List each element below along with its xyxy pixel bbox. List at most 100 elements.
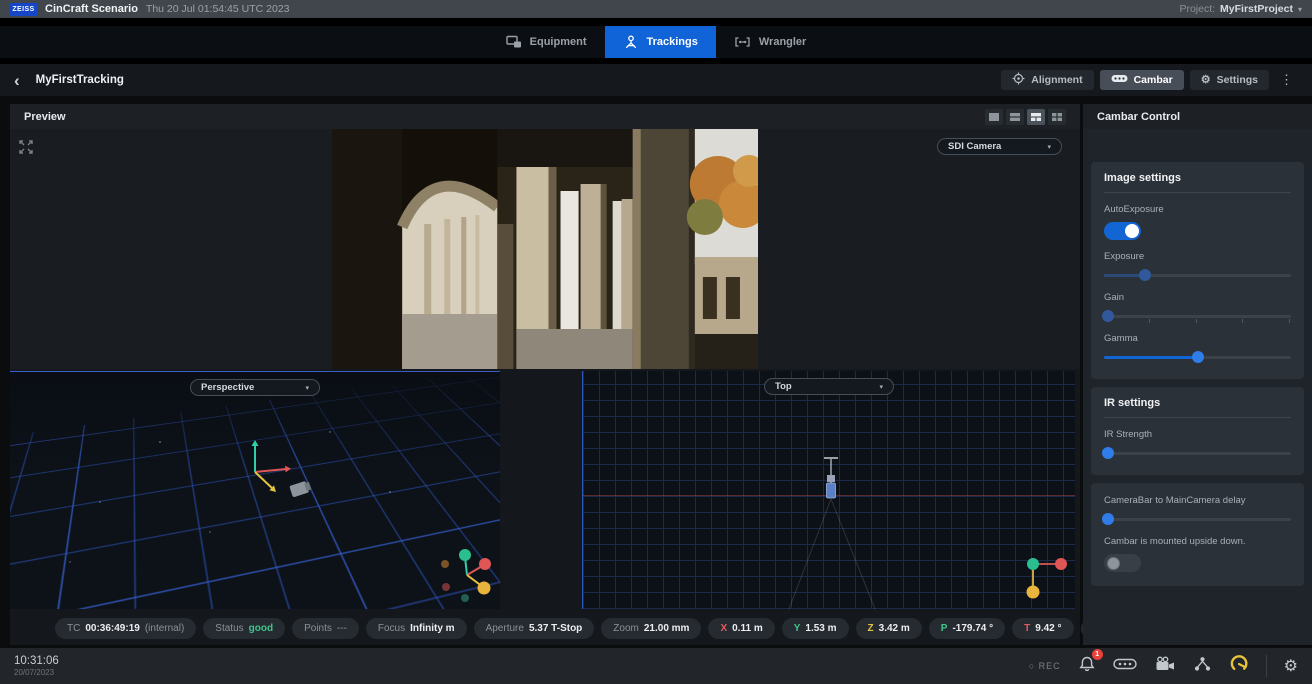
slider-knob[interactable] — [1102, 447, 1114, 459]
tilt-label: T — [1024, 623, 1030, 634]
cambar-label: Cambar — [1134, 74, 1173, 86]
exposure-slider[interactable] — [1104, 269, 1291, 281]
top-overlay — [583, 371, 1075, 609]
perspective-viewport[interactable]: Perspective ▾ — [10, 371, 500, 609]
settings-label: Settings — [1217, 74, 1258, 86]
settings-button[interactable]: ⚙ Settings — [1190, 70, 1269, 90]
exposure-label: Exposure — [1104, 251, 1291, 262]
viewport-row: Perspective ▾ — [10, 371, 1080, 609]
zoom-value: 21.00 mm — [644, 623, 690, 634]
slider-knob[interactable] — [1192, 351, 1204, 363]
points-value: --- — [337, 623, 347, 634]
status-label: Status — [215, 623, 243, 634]
tab-label: Equipment — [530, 36, 587, 48]
alignment-target-icon — [1012, 72, 1025, 88]
z-label: Z — [868, 623, 874, 634]
top-viewport[interactable]: Top ▾ — [582, 371, 1075, 609]
title-bar: ZEISS CinCraft Scenario Thu 20 Jul 01:54… — [0, 0, 1312, 18]
bottom-bar: 10:31:06 20/07/2023 ○ REC 1 — [0, 648, 1312, 684]
position-y-pill: Y 1.53 m — [782, 618, 849, 639]
slider-knob[interactable] — [1139, 269, 1151, 281]
layout-one-top-two-bottom-button[interactable] — [1027, 109, 1045, 125]
app-settings-gear-icon[interactable]: ⚙ — [1284, 656, 1298, 676]
zoom-pill: Zoom 21.00 mm — [601, 618, 701, 639]
x-value: 0.11 m — [732, 623, 763, 634]
performance-gauge-button[interactable] — [1229, 655, 1249, 677]
y-value: 1.53 m — [805, 623, 836, 634]
preview-panel-header: Preview — [10, 104, 1080, 129]
tc-suffix: (internal) — [145, 623, 184, 634]
project-selector[interactable]: Project: MyFirstProject ▾ — [1179, 3, 1302, 15]
rec-indicator: ○ REC — [1029, 661, 1061, 671]
perspective-overlay — [10, 372, 500, 609]
upside-down-toggle[interactable] — [1104, 554, 1141, 572]
chevron-down-icon: ▾ — [1047, 143, 1051, 151]
ir-settings-title: IR settings — [1104, 397, 1291, 418]
network-status-button[interactable] — [1193, 656, 1212, 677]
gain-slider[interactable] — [1104, 310, 1291, 322]
camera-preview-stage: SDI Camera ▾ — [10, 129, 1080, 369]
app-title: CinCraft Scenario — [45, 3, 138, 15]
timecode-pill: TC 00:36:49:19 (internal) — [55, 618, 196, 639]
tab-trackings[interactable]: Trackings — [605, 26, 716, 58]
left-viewport-mode-value: Perspective — [201, 382, 254, 393]
layout-quad-button[interactable] — [1048, 109, 1066, 125]
right-viewport-mode-value: Top — [775, 381, 792, 392]
points-label: Points — [304, 623, 332, 634]
chevron-down-icon: ▾ — [879, 383, 883, 391]
autoexposure-toggle[interactable] — [1104, 222, 1141, 240]
bottom-bar-divider — [1266, 655, 1267, 677]
pan-pill: P -179.74 ° — [929, 618, 1005, 639]
sub-header-actions: Alignment Cambar ⚙ Settings ⋮ — [1001, 70, 1298, 90]
ir-settings-card: IR settings IR Strength — [1091, 387, 1304, 475]
tracking-sub-header: ‹ MyFirstTracking Alignment Cambar ⚙ Set… — [0, 64, 1312, 96]
local-date: 20/07/2023 — [14, 668, 59, 677]
notifications-button[interactable]: 1 — [1078, 655, 1096, 678]
trackings-icon — [623, 35, 639, 49]
preview-panel: Preview — [10, 104, 1080, 645]
gamma-slider[interactable] — [1104, 351, 1291, 363]
ir-strength-slider[interactable] — [1104, 447, 1291, 459]
autoexposure-label: AutoExposure — [1104, 204, 1291, 215]
position-x-pill: X 0.11 m — [708, 618, 774, 639]
project-label: Project: — [1179, 3, 1215, 15]
delay-slider[interactable] — [1104, 513, 1291, 525]
layout-single-button[interactable] — [985, 109, 1003, 125]
camera-status-button[interactable] — [1154, 656, 1176, 677]
tab-label: Wrangler — [759, 36, 806, 48]
gain-label: Gain — [1104, 292, 1291, 303]
more-options-kebab-icon[interactable]: ⋮ — [1275, 72, 1298, 88]
aperture-label: Aperture — [486, 623, 524, 634]
image-settings-title: Image settings — [1104, 172, 1291, 193]
chevron-down-icon: ▾ — [305, 384, 309, 392]
cambar-status-button[interactable] — [1113, 657, 1137, 675]
left-viewport-mode-dropdown[interactable]: Perspective ▾ — [190, 379, 320, 396]
cambar-button[interactable]: Cambar — [1100, 70, 1184, 90]
fullscreen-expand-icon[interactable] — [18, 139, 34, 155]
tab-wrangler[interactable]: Wrangler — [716, 26, 824, 58]
preview-title: Preview — [24, 111, 66, 123]
zoom-label: Zoom — [613, 623, 639, 634]
video-camera-icon — [1154, 656, 1176, 677]
layout-two-rows-button[interactable] — [1006, 109, 1024, 125]
utc-datetime: Thu 20 Jul 01:54:45 UTC 2023 — [146, 3, 290, 15]
tilt-value: 9.42 ° — [1035, 623, 1061, 634]
position-z-pill: Z 3.42 m — [856, 618, 922, 639]
camera-source-dropdown[interactable]: SDI Camera ▾ — [937, 138, 1062, 155]
camera-status-bar: TC 00:36:49:19 (internal) Status good Po… — [55, 618, 1154, 639]
status-pill: Status good — [203, 618, 285, 639]
slider-knob[interactable] — [1102, 310, 1114, 322]
local-time: 10:31:06 — [14, 655, 59, 667]
sdi-camera-feed-image — [332, 129, 758, 369]
cambar-icon — [1111, 74, 1128, 86]
slider-knob[interactable] — [1102, 513, 1114, 525]
main-tab-bar: Equipment Trackings Wrangler — [0, 26, 1312, 58]
notification-badge: 1 — [1092, 649, 1103, 660]
back-button[interactable]: ‹ — [14, 72, 20, 89]
pan-label: P — [941, 623, 948, 634]
right-viewport-mode-dropdown[interactable]: Top ▾ — [764, 378, 894, 395]
tab-equipment[interactable]: Equipment — [488, 26, 605, 58]
slider-tick — [1149, 319, 1150, 323]
alignment-button[interactable]: Alignment — [1001, 70, 1093, 90]
toggle-knob — [1125, 224, 1139, 238]
